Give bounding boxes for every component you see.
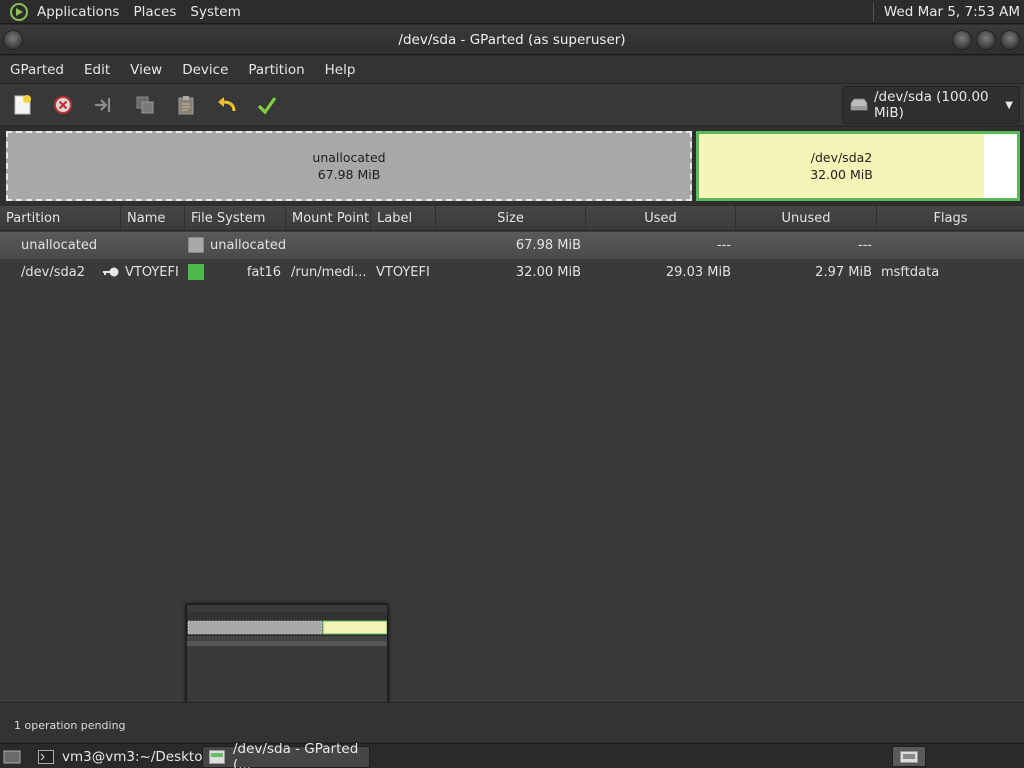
table-row[interactable]: /dev/sda2 VTOYEFI fat16 /run/medi... VTO… bbox=[0, 259, 1024, 286]
partition-free-area bbox=[984, 134, 1017, 198]
cell-unused: --- bbox=[857, 238, 872, 253]
cell-unused: 2.97 MiB bbox=[815, 265, 872, 280]
cell-size: 67.98 MiB bbox=[515, 238, 581, 253]
device-selector[interactable]: /dev/sda (100.00 MiB) ▼ bbox=[842, 86, 1020, 124]
cell-used: 29.03 MiB bbox=[665, 265, 731, 280]
chevron-down-icon: ▼ bbox=[1005, 99, 1013, 111]
partition-segment-sda2[interactable]: /dev/sda2 32.00 MiB bbox=[696, 131, 1020, 201]
partition-table: Partition Name File System Mount Point L… bbox=[0, 206, 1024, 702]
window-title-bar[interactable]: /dev/sda - GParted (as superuser) bbox=[0, 25, 1024, 55]
apply-icon[interactable] bbox=[254, 92, 280, 118]
header-flags[interactable]: Flags bbox=[877, 206, 1024, 231]
status-text: 1 operation pending bbox=[14, 719, 126, 732]
system-menu[interactable]: System bbox=[183, 0, 247, 24]
header-name[interactable]: Name bbox=[121, 206, 185, 231]
cell-mount-point: /run/medi... bbox=[291, 265, 367, 280]
key-icon bbox=[102, 266, 120, 280]
taskbar-item-label: /dev/sda - GParted (... bbox=[233, 741, 359, 768]
copy-icon[interactable] bbox=[132, 92, 158, 118]
menu-gparted[interactable]: GParted bbox=[0, 62, 74, 78]
applications-menu[interactable]: Applications bbox=[30, 0, 126, 24]
taskbar-item-label: vm3@vm3:~/Desktop bbox=[62, 749, 212, 765]
device-selector-label: /dev/sda (100.00 MiB) bbox=[874, 89, 989, 121]
terminal-icon bbox=[38, 750, 54, 764]
places-menu[interactable]: Places bbox=[126, 0, 183, 24]
panel-separator bbox=[872, 2, 874, 21]
unallocated-segment-name: unallocated bbox=[312, 150, 386, 165]
cell-name: VTOYEFI bbox=[125, 265, 179, 280]
header-mount-point[interactable]: Mount Point bbox=[286, 206, 371, 231]
show-desktop-button[interactable] bbox=[0, 746, 24, 768]
cell-size: 32.00 MiB bbox=[515, 265, 581, 280]
taskbar-item-gparted[interactable]: /dev/sda - GParted (... bbox=[202, 741, 370, 768]
clock[interactable]: Wed Mar 5, 7:53 AM bbox=[884, 4, 1020, 20]
header-used[interactable]: Used bbox=[586, 206, 736, 231]
cell-partition: unallocated bbox=[21, 238, 98, 253]
cell-file-system: fat16 bbox=[246, 265, 281, 280]
cell-label: VTOYEFI bbox=[376, 265, 430, 280]
menu-edit[interactable]: Edit bbox=[74, 62, 120, 78]
taskbar-item-terminal[interactable]: vm3@vm3:~/Desktop bbox=[32, 746, 211, 768]
window-menu-button[interactable] bbox=[3, 30, 23, 50]
fs-color-swatch bbox=[188, 237, 204, 253]
status-bar: 1 operation pending bbox=[0, 702, 1024, 742]
cell-partition: /dev/sda2 bbox=[21, 265, 85, 280]
table-header: Partition Name File System Mount Point L… bbox=[0, 206, 1024, 231]
header-unused[interactable]: Unused bbox=[736, 206, 877, 231]
table-row[interactable]: unallocated unallocated 67.98 MiB --- --… bbox=[0, 232, 1024, 259]
cell-flags: msftdata bbox=[881, 265, 940, 280]
window-title: /dev/sda - GParted (as superuser) bbox=[398, 31, 626, 48]
new-icon[interactable] bbox=[9, 92, 35, 118]
fs-color-swatch bbox=[188, 264, 204, 280]
header-file-system[interactable]: File System bbox=[185, 206, 286, 231]
menu-help[interactable]: Help bbox=[315, 62, 366, 78]
minimize-button[interactable] bbox=[952, 30, 972, 50]
delete-icon[interactable] bbox=[50, 92, 76, 118]
workspace-switcher[interactable] bbox=[892, 746, 926, 767]
close-button[interactable] bbox=[1000, 30, 1020, 50]
hard-disk-icon bbox=[849, 98, 869, 112]
header-label[interactable]: Label bbox=[371, 206, 436, 231]
gparted-icon bbox=[209, 750, 225, 764]
menubar: GParted Edit View Device Partition Help bbox=[0, 56, 1024, 84]
menu-device[interactable]: Device bbox=[172, 62, 238, 78]
unallocated-segment-size: 67.98 MiB bbox=[317, 167, 381, 182]
top-panel: Applications Places System Wed Mar 5, 7:… bbox=[0, 0, 1024, 24]
partition-used-area: /dev/sda2 32.00 MiB bbox=[699, 134, 984, 198]
partition-segment-name: /dev/sda2 bbox=[810, 150, 873, 165]
cell-file-system: unallocated bbox=[210, 238, 287, 253]
bottom-panel: vm3@vm3:~/Desktop /dev/sda - GParted (..… bbox=[0, 741, 1024, 768]
header-size[interactable]: Size bbox=[436, 206, 586, 231]
paste-icon[interactable] bbox=[173, 92, 199, 118]
header-partition[interactable]: Partition bbox=[0, 206, 121, 231]
resize-move-icon[interactable] bbox=[90, 92, 116, 118]
unallocated-segment[interactable]: unallocated 67.98 MiB bbox=[6, 131, 692, 201]
menu-partition[interactable]: Partition bbox=[238, 62, 314, 78]
distro-logo-icon[interactable] bbox=[8, 1, 30, 23]
cell-used: --- bbox=[716, 238, 731, 253]
partition-segment-size: 32.00 MiB bbox=[810, 167, 873, 182]
toolbar: /dev/sda (100.00 MiB) ▼ bbox=[0, 84, 1024, 126]
disk-graphic: unallocated 67.98 MiB /dev/sda2 32.00 Mi… bbox=[0, 127, 1024, 205]
maximize-button[interactable] bbox=[976, 30, 996, 50]
menu-view[interactable]: View bbox=[120, 62, 172, 78]
undo-icon[interactable] bbox=[214, 92, 240, 118]
